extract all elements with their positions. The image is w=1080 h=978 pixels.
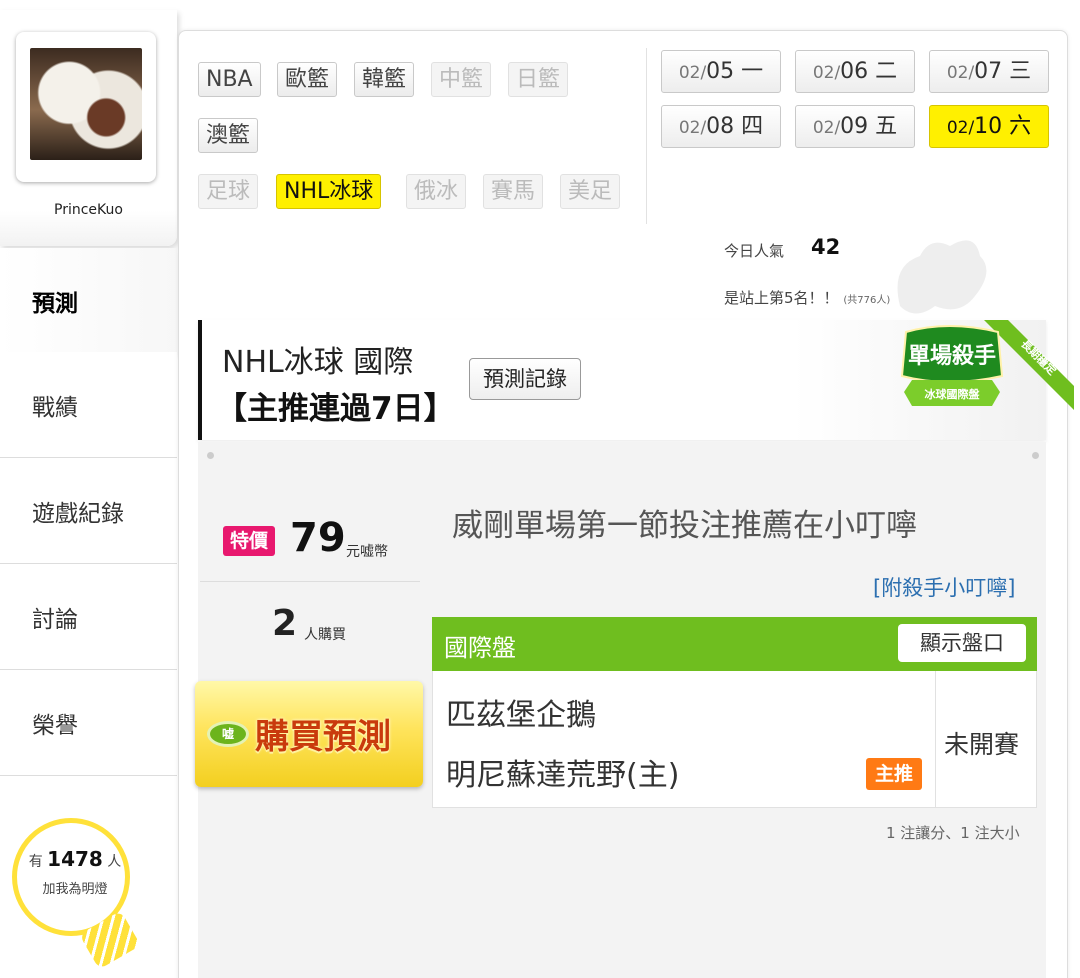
nav-item-predict[interactable]: 預測 — [0, 248, 177, 354]
away-team: 匹茲堡企鵝 — [446, 698, 596, 733]
date-day: 05 一 — [706, 59, 764, 84]
fans-count-line: 有 1478 人 — [20, 847, 130, 871]
divider — [646, 48, 647, 224]
sale-badge: 特價 — [223, 526, 275, 556]
sport-tag-american-football: 美足 — [560, 174, 621, 209]
popularity-label: 今日人氣 — [724, 242, 785, 260]
date-month: 02/ — [678, 118, 707, 138]
date-day: 07 三 — [974, 59, 1032, 84]
odds-divider — [935, 671, 936, 808]
sport-tag-russia-hockey: 俄冰 — [406, 174, 467, 209]
fans-count: 1478 — [47, 847, 103, 871]
fans-prefix: 有 — [28, 854, 43, 870]
sidebar: PrinceKuo 預測 戰績 遊戲紀錄 討論 榮譽 有 1478 人 加我為明… — [0, 0, 180, 978]
add-as-light-link[interactable]: 加我為明燈 — [20, 878, 130, 897]
sport-tag-nba[interactable]: NBA — [198, 62, 261, 97]
rank-total: (共776人) — [843, 295, 891, 306]
sport-tag-china-basketball: 中籃 — [431, 62, 492, 97]
nav-item-game-history[interactable]: 遊戲紀錄 — [0, 458, 177, 564]
odds-header-label: 國際盤 — [444, 634, 516, 662]
avatar-image — [30, 48, 142, 160]
sport-tag-euro-basketball[interactable]: 歐籃 — [277, 62, 338, 97]
date-button-0205[interactable]: 02/05 一 — [661, 50, 781, 93]
nav-item-record[interactable]: 戰績 — [0, 352, 177, 458]
price-unit: 元嘘幣 — [346, 544, 388, 560]
rank-text: 是站上第5名！！ (共776人) — [724, 287, 890, 308]
page: PrinceKuo 預測 戰績 遊戲紀錄 討論 榮譽 有 1478 人 加我為明… — [0, 0, 1080, 978]
date-month: 02/ — [812, 118, 841, 138]
date-month: 02/ — [946, 118, 975, 138]
buyers-count: 2 — [272, 603, 298, 644]
main-pick-badge: 主推 — [866, 758, 922, 790]
date-button-0209[interactable]: 02/09 五 — [795, 105, 915, 148]
date-button-0206[interactable]: 02/06 二 — [795, 50, 915, 93]
date-month: 02/ — [678, 63, 707, 83]
nav-item-honor[interactable]: 榮譽 — [0, 670, 177, 776]
profile-card: PrinceKuo — [0, 10, 177, 246]
bets-summary: 1 注讓分、1 注大小 — [886, 824, 1020, 842]
date-day: 10 六 — [974, 114, 1032, 139]
sport-tag-aus-basketball[interactable]: 澳籃 — [198, 118, 259, 153]
coin-icon: 嘘 — [207, 721, 249, 747]
recommendation-title: 威剛單場第一節投注推薦在小叮嚀 — [452, 508, 917, 544]
game-status: 未開賽 — [944, 730, 1020, 759]
show-odds-button[interactable]: 顯示盤口 — [898, 624, 1026, 662]
date-month: 02/ — [946, 63, 975, 83]
date-month: 02/ — [812, 63, 841, 83]
coin-icon-text: 嘘 — [221, 727, 234, 741]
nav-item-discussion[interactable]: 討論 — [0, 564, 177, 670]
buy-prediction-label[interactable]: 購買預測 — [255, 709, 391, 758]
avatar[interactable] — [16, 32, 156, 182]
sport-tag-nhl-hockey[interactable]: NHL冰球 — [276, 174, 382, 209]
sport-tag-japan-basketball: 日籃 — [508, 62, 569, 97]
date-day: 08 四 — [706, 114, 764, 139]
killer-tip-link[interactable]: [附殺手小叮嚀] — [873, 572, 1015, 602]
badge-sub-text: 冰球國際盤 — [925, 387, 981, 401]
rank-label: 是站上第5名！！ — [724, 289, 839, 307]
buyers-unit: 人購買 — [304, 627, 346, 643]
price-value: 79 — [290, 515, 346, 561]
prediction-title: NHL冰球 國際 — [222, 345, 414, 380]
username[interactable]: PrinceKuo — [0, 202, 177, 218]
sport-tag-horse-racing: 賽馬 — [483, 174, 544, 209]
fans-suffix: 人 — [107, 854, 122, 870]
prediction-record-button[interactable]: 預測記錄 — [469, 358, 581, 400]
badge-title-text: 單場殺手 — [908, 343, 996, 369]
date-day: 06 二 — [840, 59, 898, 84]
single-game-killer-badge-icon: 長期穩定 單場殺手 冰球國際盤 — [900, 320, 1074, 410]
date-day: 09 五 — [840, 114, 898, 139]
sport-tag-soccer: 足球 — [198, 174, 259, 209]
date-button-0208[interactable]: 02/08 四 — [661, 105, 781, 148]
home-team: 明尼蘇達荒野(主) — [446, 758, 680, 793]
mascot-watermark-icon — [897, 240, 987, 314]
rivet-icon — [207, 452, 214, 459]
popularity-value: 42 — [811, 235, 841, 259]
rivet-icon — [1032, 452, 1039, 459]
date-button-0207[interactable]: 02/07 三 — [929, 50, 1049, 93]
date-button-0210[interactable]: 02/10 六 — [929, 105, 1049, 148]
sport-tag-korea-basketball[interactable]: 韓籃 — [354, 62, 415, 97]
prediction-streak: 【主推連過7日】 — [216, 391, 455, 427]
